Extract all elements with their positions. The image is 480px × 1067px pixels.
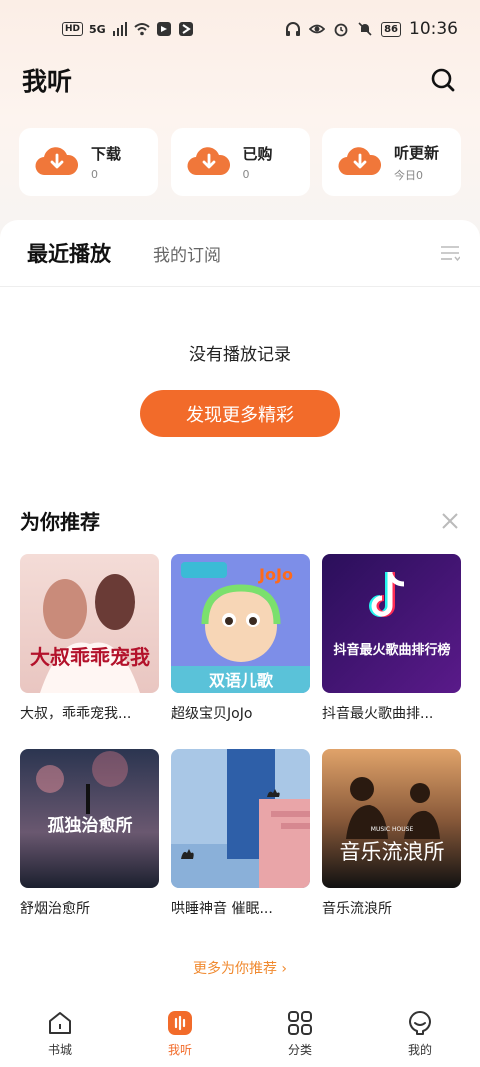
nav-bookstore[interactable]: 书城 <box>20 1009 100 1058</box>
search-button[interactable] <box>428 65 458 95</box>
cover-image: JoJo 双语儿歌 <box>171 554 310 693</box>
purchased-label: 已购 <box>242 145 273 163</box>
cover-jojo: JoJo 双语儿歌 <box>171 554 310 693</box>
profile-icon <box>409 1011 431 1035</box>
app-notify-icon-2 <box>178 22 193 36</box>
updates-cloud-icon <box>338 147 382 176</box>
nav-label-bookstore: 书城 <box>47 1043 72 1057</box>
item-title: 音乐流浪所 <box>322 901 392 917</box>
recommend-item[interactable]: 孤独治愈所 舒烟治愈所 <box>20 749 159 944</box>
nav-profile[interactable]: 我的 <box>380 1009 460 1058</box>
battery-indicator: 86 <box>381 21 401 37</box>
recommend-item[interactable]: MUSIC HOUSE 音乐流浪所 音乐流浪所 <box>322 749 461 944</box>
listen-icon <box>168 1011 192 1035</box>
item-title: 哄睡神音 催眠... <box>171 901 273 917</box>
cover-title-2: 双语儿歌 <box>209 671 274 690</box>
signal-icon <box>112 22 127 36</box>
updates-label: 听更新 <box>394 143 440 162</box>
status-left: HD 5G <box>62 21 194 37</box>
recommend-item[interactable]: JoJo 双语儿歌 超级宝贝JoJo <box>171 554 310 749</box>
clock: 10:36 <box>409 19 458 39</box>
updates-count: 今日0 <box>394 168 423 182</box>
recommend-item[interactable]: 抖音最火歌曲排行榜 抖音最火歌曲排... <box>322 554 461 749</box>
empty-text: 没有播放记录 <box>189 345 291 365</box>
recommend-header: 为你推荐 <box>20 506 460 535</box>
cover-healing: 孤独治愈所 <box>20 749 159 888</box>
recommend-title: 为你推荐 <box>20 510 100 534</box>
alarm-icon <box>334 23 348 37</box>
nav-label-profile: 我的 <box>407 1043 432 1057</box>
recommend-grid: 大叔乖乖宠我 大叔，乖乖宠我... JoJo 双语儿歌 超级宝贝JoJo 抖音最… <box>20 554 461 944</box>
wifi-icon <box>134 23 150 36</box>
empty-state: 没有播放记录 <box>0 340 480 365</box>
cover-title-3: 抖音最火歌曲排行榜 <box>333 642 450 658</box>
nav-listen[interactable]: 我听 <box>140 1009 220 1058</box>
purchased-card[interactable]: 已购 0 <box>170 128 310 196</box>
cover-image: 抖音最火歌曲排行榜 <box>322 554 461 693</box>
cover-title-6: 音乐流浪所 <box>340 840 445 864</box>
cover-image: MUSIC HOUSE 音乐流浪所 <box>322 749 461 888</box>
status-right: 86 10:36 <box>285 19 458 39</box>
cover-badge-6: MUSIC HOUSE <box>371 826 414 833</box>
app-notify-icon <box>156 22 171 36</box>
discover-more-button[interactable]: 发现更多精彩 <box>140 390 340 437</box>
tab-bar: 最近播放 我的订阅 <box>0 220 480 287</box>
home-icon <box>49 1012 71 1034</box>
purchased-count: 0 <box>242 168 250 181</box>
close-icon[interactable] <box>440 511 460 531</box>
cover-image: 大叔乖乖宠我 <box>20 554 159 693</box>
search-icon <box>431 68 455 92</box>
cover-sleep <box>171 749 310 888</box>
cover-douyin: 抖音最火歌曲排行榜 <box>322 554 461 693</box>
bottom-nav: 书城 我听 分类 我的 <box>0 1000 480 1067</box>
nav-label-category: 分类 <box>287 1043 312 1057</box>
nav-category[interactable]: 分类 <box>260 1009 340 1058</box>
cover-title-4: 孤独治愈所 <box>48 815 133 836</box>
tab-recent[interactable]: 最近播放 <box>27 238 111 268</box>
purchased-cloud-icon <box>186 147 230 176</box>
download-cloud-icon <box>35 147 79 176</box>
nav-label-listen: 我听 <box>167 1043 192 1057</box>
cover-image <box>171 749 310 888</box>
download-card[interactable]: 下载 0 <box>19 128 158 196</box>
cover-romance: 大叔乖乖宠我 <box>20 554 159 693</box>
item-title: 超级宝贝JoJo <box>171 706 253 722</box>
headphone-icon <box>286 22 301 36</box>
main-panel: 最近播放 我的订阅 没有播放记录 发现更多精彩 为你推荐 大叔乖乖宠我 大叔，乖… <box>0 220 480 1010</box>
cover-badge-2: JoJo <box>258 565 293 584</box>
status-bar: HD 5G 86 10:36 <box>0 0 480 58</box>
cover-image: 孤独治愈所 <box>20 749 159 888</box>
item-title: 舒烟治愈所 <box>20 901 90 917</box>
updates-card[interactable]: 听更新 今日0 <box>322 128 461 196</box>
list-sort-icon[interactable] <box>440 244 460 262</box>
header: 我听 <box>0 58 480 102</box>
hd-badge: HD <box>62 22 84 36</box>
recommend-item[interactable]: 大叔乖乖宠我 大叔，乖乖宠我... <box>20 554 159 749</box>
tab-subscriptions[interactable]: 我的订阅 <box>153 241 221 266</box>
quick-cards: 下载 0 已购 0 听更新 今日0 <box>19 128 461 196</box>
page-title: 我听 <box>22 67 73 96</box>
grid-icon <box>288 1011 312 1035</box>
download-label: 下载 <box>91 145 122 163</box>
eye-icon <box>309 24 326 34</box>
download-count: 0 <box>91 168 98 181</box>
item-title: 大叔，乖乖宠我... <box>20 706 132 722</box>
mute-bell-icon <box>358 22 372 36</box>
more-recommend-link[interactable]: 更多为你推荐 › <box>0 958 480 978</box>
cover-title-1: 大叔乖乖宠我 <box>30 645 150 669</box>
cover-music-house: MUSIC HOUSE 音乐流浪所 <box>322 749 461 888</box>
network-label: 5G <box>89 22 106 36</box>
recommend-item[interactable]: 哄睡神音 催眠... <box>171 749 310 944</box>
item-title: 抖音最火歌曲排... <box>322 706 434 722</box>
